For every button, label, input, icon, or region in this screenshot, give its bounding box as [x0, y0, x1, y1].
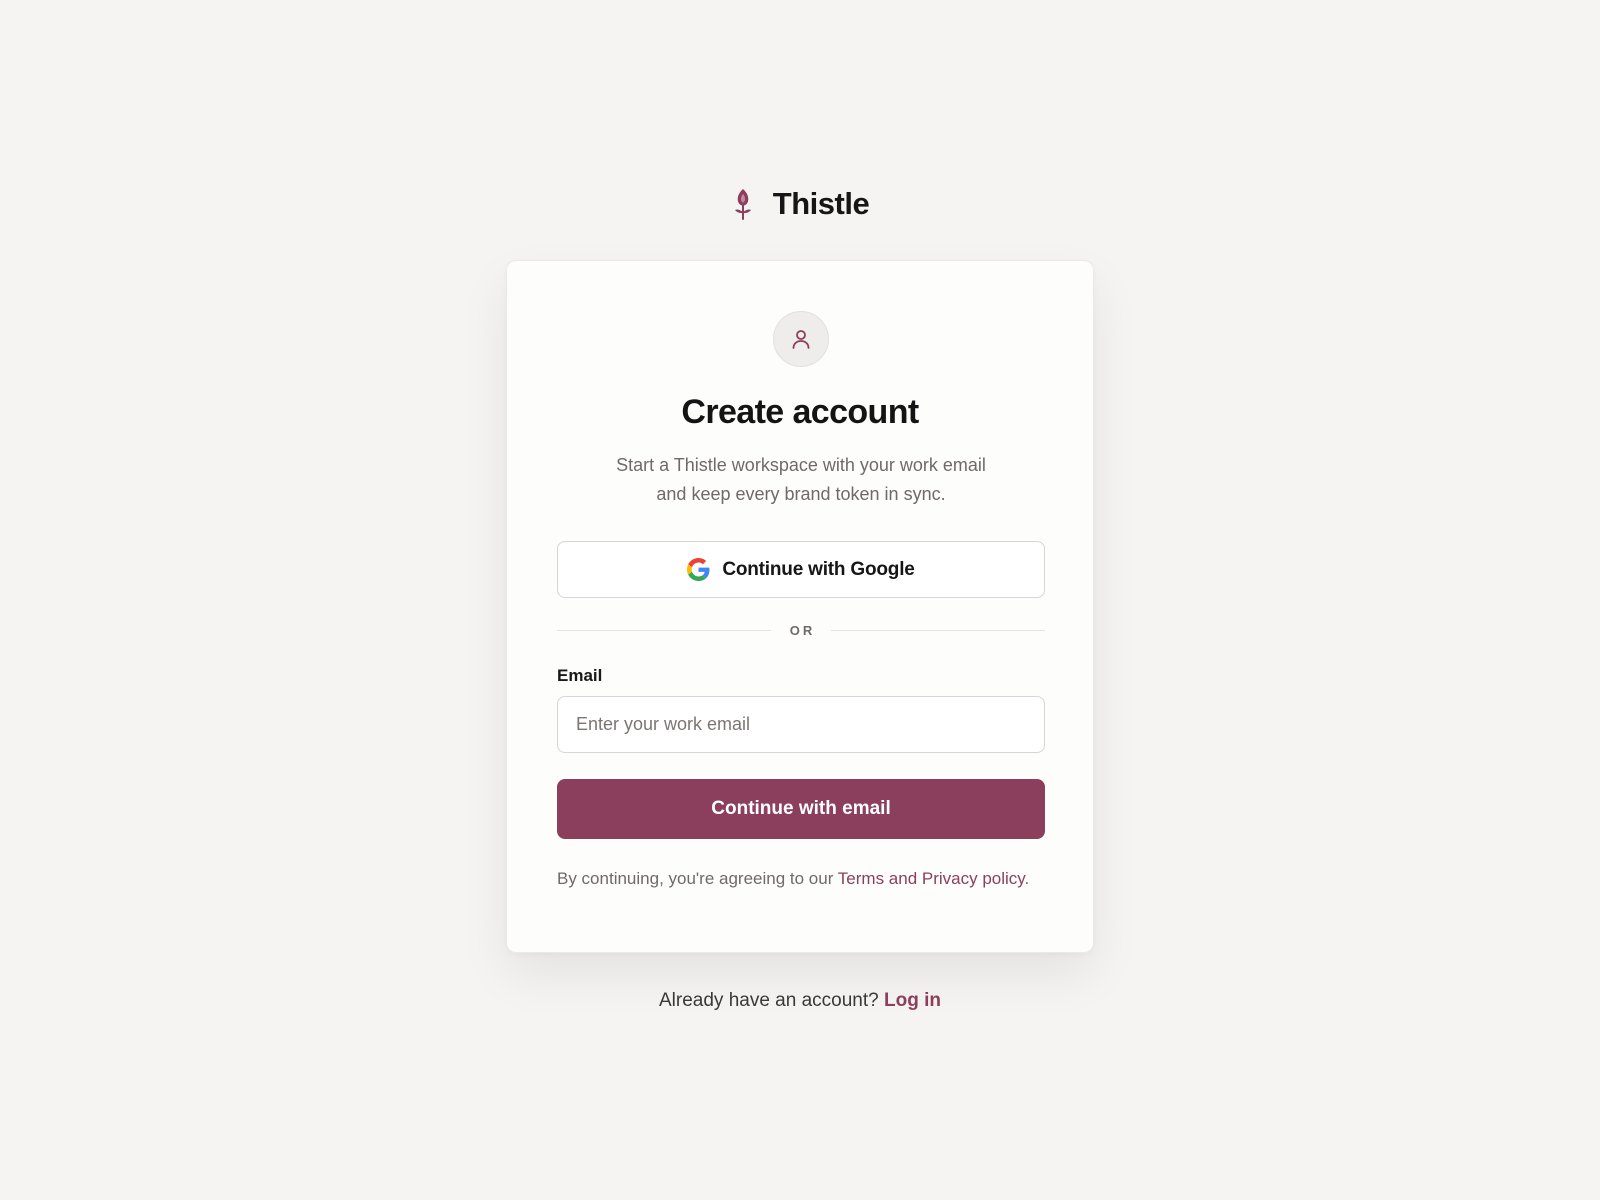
subtitle: Start a Thistle workspace with your work…	[616, 455, 986, 504]
continue-with-email-button[interactable]: Continue with email	[557, 779, 1045, 839]
brand-name: Thistle	[772, 186, 870, 221]
google-button-label: Continue with Google	[722, 558, 915, 580]
legal-suffix: .	[1024, 869, 1030, 888]
login-link[interactable]: Log in	[884, 990, 941, 1011]
legal-prefix: By continuing, you're agreeing to our	[557, 869, 838, 888]
google-icon	[687, 558, 710, 581]
login-prompt: Already have an account? Log in	[0, 990, 1600, 1012]
page-title: Create account	[681, 393, 919, 431]
brand-header: Thistle	[0, 186, 1600, 222]
legal-notice: By continuing, you're agreeing to our Te…	[557, 865, 1045, 892]
avatar	[773, 311, 829, 367]
login-prompt-text: Already have an account?	[659, 990, 884, 1011]
or-divider: OR	[557, 621, 1045, 639]
user-icon	[792, 330, 810, 349]
divider-text: OR	[789, 622, 816, 638]
thistle-flower-icon	[734, 189, 751, 220]
continue-with-google-button[interactable]: Continue with Google	[557, 541, 1045, 598]
divider-line-right	[831, 629, 1045, 631]
email-input[interactable]	[557, 696, 1045, 753]
divider-line-left	[557, 629, 771, 631]
signup-card: Create account Start a Thistle workspace…	[506, 260, 1094, 953]
signup-page: Thistle Create account Start a Thistle w…	[0, 0, 1600, 1200]
email-label: Email	[557, 666, 603, 685]
terms-privacy-link[interactable]: Terms and Privacy policy	[838, 869, 1025, 888]
